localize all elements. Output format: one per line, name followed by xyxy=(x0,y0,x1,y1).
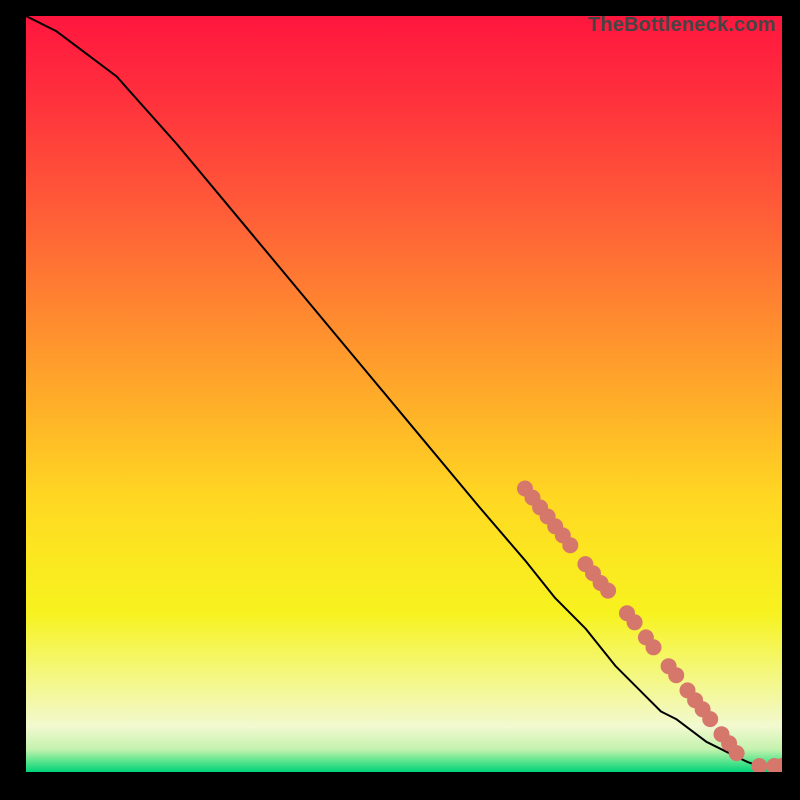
data-point xyxy=(702,711,718,727)
data-point xyxy=(627,614,643,630)
data-point xyxy=(600,583,616,599)
data-point xyxy=(646,639,662,655)
scatter-series xyxy=(517,481,782,773)
line-series xyxy=(26,16,782,766)
chart-wrapper: TheBottleneck.com xyxy=(0,0,800,800)
chart-svg xyxy=(26,16,782,772)
curve-path xyxy=(26,16,782,766)
data-point xyxy=(729,745,745,761)
data-point xyxy=(751,758,767,772)
data-point xyxy=(562,537,578,553)
data-point xyxy=(668,667,684,683)
plot-area: TheBottleneck.com xyxy=(26,16,782,772)
